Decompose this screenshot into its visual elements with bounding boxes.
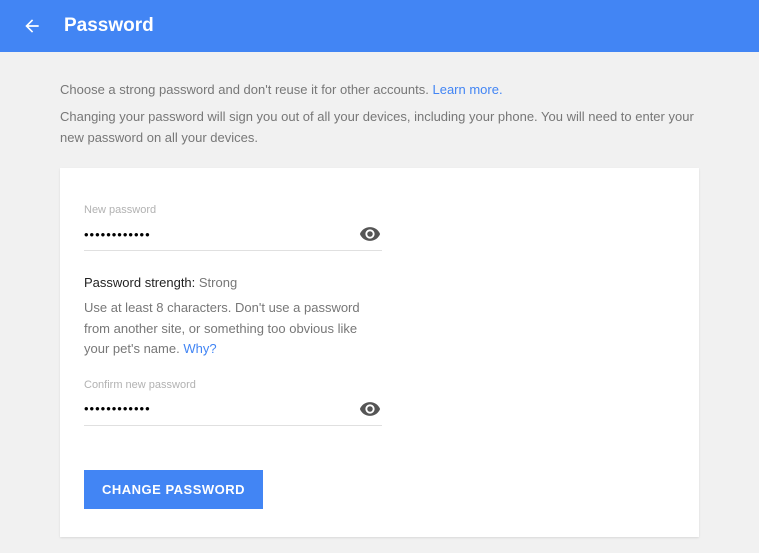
change-password-button[interactable]: CHANGE PASSWORD <box>84 470 263 509</box>
password-hint: Use at least 8 characters. Don't use a p… <box>84 298 384 358</box>
new-password-label: New password <box>84 204 382 216</box>
toggle-visibility-icon[interactable] <box>358 397 382 421</box>
learn-more-link[interactable]: Learn more. <box>432 82 502 97</box>
new-password-input[interactable] <box>84 223 358 246</box>
strength-value: Strong <box>199 275 237 290</box>
intro-text-1: Choose a strong password and don't reuse… <box>60 82 432 97</box>
back-arrow-icon[interactable] <box>20 14 44 38</box>
intro-line-1: Choose a strong password and don't reuse… <box>60 80 699 101</box>
why-link[interactable]: Why? <box>183 341 216 356</box>
new-password-group: New password <box>84 204 382 251</box>
password-card: New password Password strength: Strong U… <box>60 168 699 536</box>
strength-label: Password strength: <box>84 275 199 290</box>
confirm-password-group: Confirm new password <box>84 379 382 426</box>
new-password-row <box>84 222 382 251</box>
confirm-password-row <box>84 397 382 426</box>
confirm-password-label: Confirm new password <box>84 379 382 391</box>
hint-text: Use at least 8 characters. Don't use a p… <box>84 300 360 355</box>
intro-line-2: Changing your password will sign you out… <box>60 107 699 149</box>
password-strength: Password strength: Strong <box>84 275 675 290</box>
page-header: Password <box>0 0 759 52</box>
page-title: Password <box>64 15 154 37</box>
toggle-visibility-icon[interactable] <box>358 222 382 246</box>
content-area: Choose a strong password and don't reuse… <box>0 52 759 537</box>
confirm-password-input[interactable] <box>84 397 358 420</box>
